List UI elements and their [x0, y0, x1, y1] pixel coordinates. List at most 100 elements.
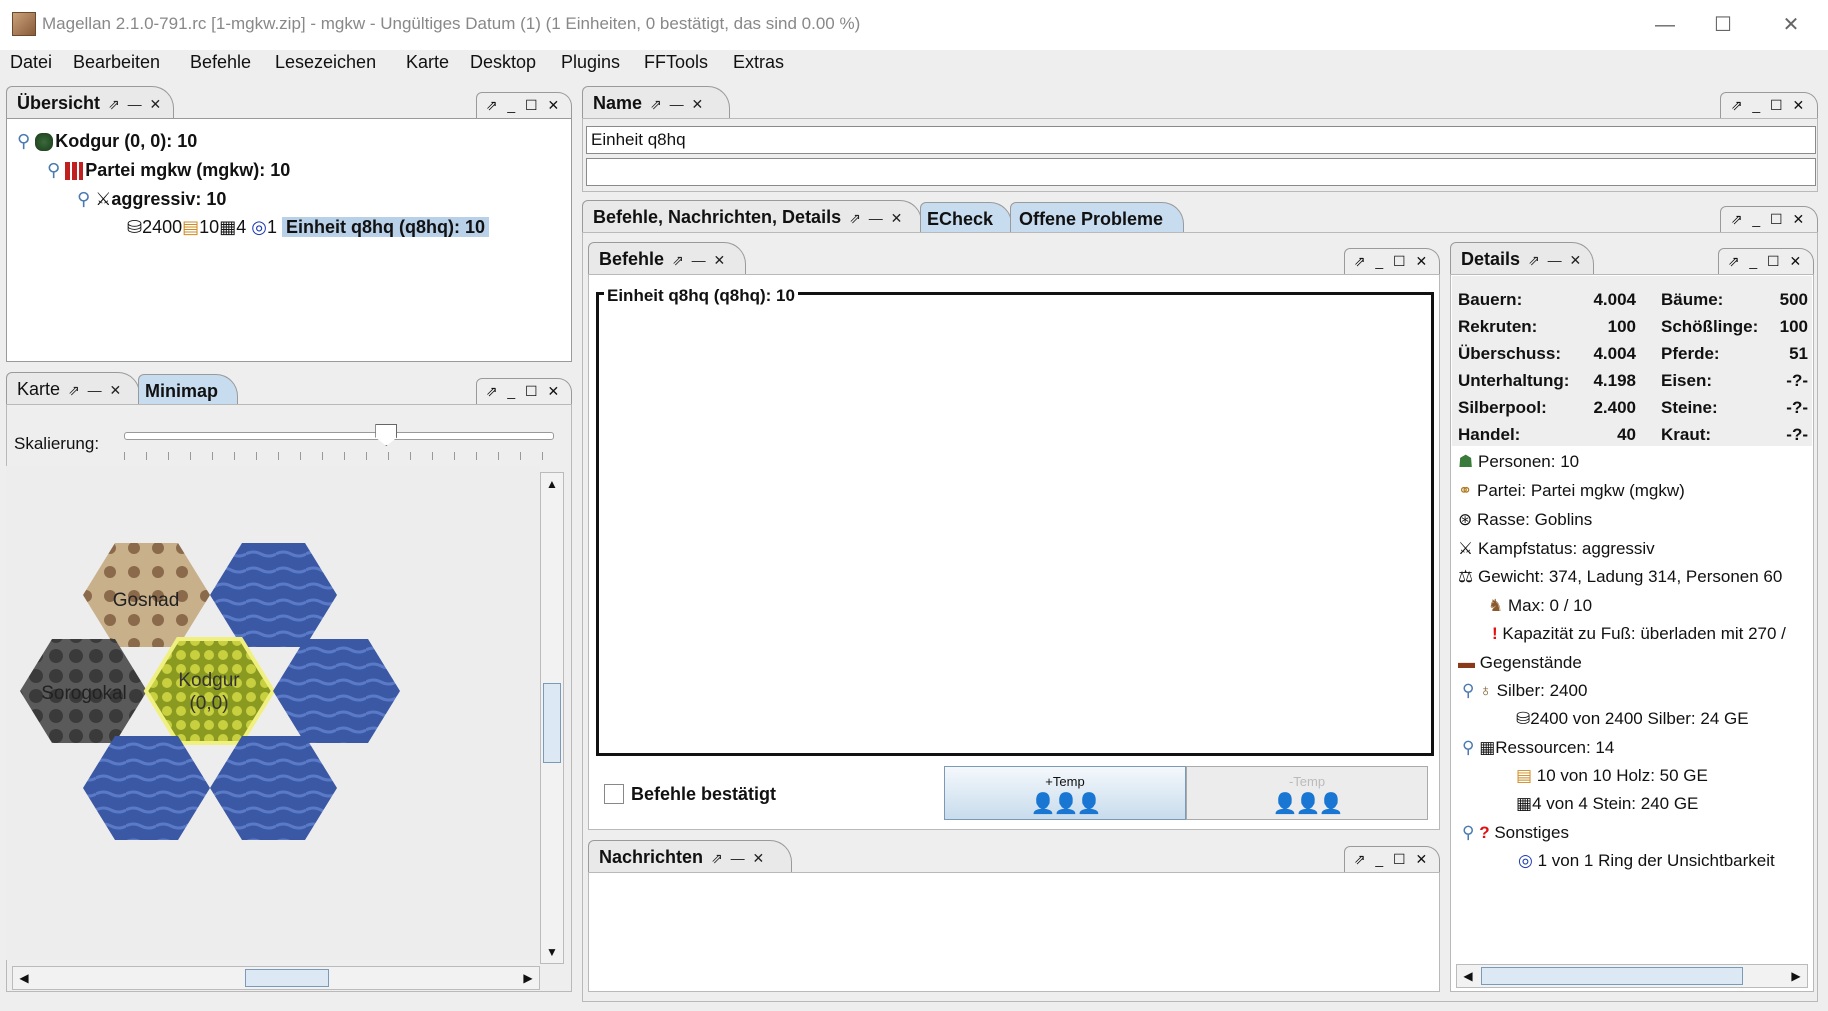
tab-minimap[interactable]: Minimap [138, 374, 238, 406]
tab-orders-messages-details[interactable]: Befehle, Nachrichten, Details ⇗ — ✕ [582, 200, 922, 232]
menu-lesezeichen[interactable]: Lesezeichen [275, 52, 376, 73]
hex-ocean-se[interactable] [210, 736, 337, 840]
hex-ocean-ne[interactable] [210, 543, 337, 647]
detail-items[interactable]: ▬ Gegenstände [1458, 653, 1582, 673]
messages-window-controls[interactable]: ⇗ _ ☐ ✕ [1344, 846, 1440, 872]
stat-value: 4.198 [1593, 371, 1636, 390]
tab-details[interactable]: Details ⇗ — ✕ [1450, 242, 1594, 274]
dock-controls[interactable]: ⇗ — ✕ [108, 96, 163, 112]
minimize-button[interactable]: — [1642, 10, 1688, 40]
tree-combat[interactable]: ⚲ ⚔aggressiv: 10 [77, 189, 226, 210]
scroll-left-arrow[interactable]: ◀ [13, 967, 35, 989]
scroll-thumb[interactable] [543, 683, 561, 763]
scroll-left-arrow[interactable]: ◀ [1457, 965, 1479, 987]
dock-controls[interactable]: ⇗ — ✕ [68, 382, 123, 398]
confirmed-checkbox[interactable] [604, 784, 624, 804]
dock-controls[interactable]: ⇗ — ✕ [711, 850, 766, 866]
orders-window-controls[interactable]: ⇗ _ ☐ ✕ [1720, 206, 1818, 232]
detail-persons[interactable]: ☗ Personen: 10 [1458, 452, 1579, 472]
scroll-up-arrow[interactable]: ▲ [541, 473, 563, 495]
hex-ocean-sw[interactable] [83, 736, 210, 840]
temp-button[interactable]: +Temp 👤👤👤 [944, 766, 1186, 820]
detail-party[interactable]: ⚭ Partei: Partei mgkw (mgkw) [1458, 481, 1685, 501]
money-bag-icon: ♁ [1479, 681, 1492, 700]
hex-kodgur[interactable] [143, 637, 276, 745]
map-window-controls[interactable]: ⇗ _ ☐ ✕ [476, 378, 572, 404]
scroll-down-arrow[interactable]: ▼ [541, 941, 563, 963]
menu-befehle[interactable]: Befehle [190, 52, 251, 73]
overview-window-controls[interactable]: ⇗ _ ☐ ✕ [476, 92, 572, 118]
tab-nachrichten[interactable]: Nachrichten ⇗ — ✕ [588, 840, 792, 872]
scroll-right-arrow[interactable]: ▶ [517, 967, 539, 989]
hex-ocean-e[interactable] [273, 639, 400, 743]
detail-weight[interactable]: ⚖ Gewicht: 374, Ladung 314, Personen 60 [1458, 567, 1782, 587]
menu-karte[interactable]: Karte [406, 52, 449, 73]
tab-befehle[interactable]: Befehle ⇗ — ✕ [588, 242, 746, 274]
detail-resources[interactable]: ⚲ ▦Ressourcen: 14 [1462, 738, 1614, 758]
dock-controls[interactable]: ⇗ — ✕ [1528, 252, 1583, 268]
ring-icon: ◎ [1518, 851, 1533, 870]
h-scroll-thumb[interactable] [245, 969, 329, 987]
detail-silver[interactable]: ⚲ ♁ Silber: 2400 [1462, 681, 1587, 701]
menu-fftools[interactable]: FFTools [644, 52, 708, 73]
forest-icon [35, 133, 54, 152]
resources-icon: ▦ [1479, 738, 1496, 757]
tab-open-problems[interactable]: Offene Probleme [1010, 202, 1184, 234]
dock-controls[interactable]: ⇗ — ✕ [849, 210, 904, 226]
map-horizontal-scrollbar[interactable]: ◀ ▶ [12, 966, 540, 990]
party-icon: ⚭ [1458, 481, 1473, 500]
race-icon: ⊛ [1458, 510, 1473, 529]
map-vertical-scrollbar[interactable]: ▲ ▼ [540, 472, 564, 964]
unit-name-field[interactable]: Einheit q8hq [586, 126, 1816, 154]
details-horizontal-scrollbar[interactable]: ◀ ▶ [1456, 964, 1808, 988]
messages-panel[interactable] [588, 872, 1440, 992]
h-scroll-thumb[interactable] [1481, 967, 1743, 985]
question-icon: ? [1479, 823, 1490, 842]
tab-overview[interactable]: Übersicht ⇗ — ✕ [6, 86, 174, 118]
maximize-button[interactable]: ☐ [1700, 10, 1746, 40]
close-button[interactable]: ✕ [1768, 10, 1814, 40]
detail-combat[interactable]: ⚔ Kampfstatus: aggressiv [1458, 539, 1655, 559]
confirmed-label: Befehle bestätigt [631, 784, 777, 804]
tree-region[interactable]: ⚲ Kodgur (0, 0): 10 [17, 131, 197, 152]
tab-karte[interactable]: Karte ⇗ — ✕ [6, 372, 140, 404]
stat-label: Eisen: [1661, 371, 1713, 390]
detail-ring[interactable]: ◎ 1 von 1 Ring der Unsichtbarkeit [1518, 851, 1775, 871]
stat-value: 51 [1789, 344, 1808, 363]
details-window-controls[interactable]: ⇗ _ ☐ ✕ [1718, 248, 1814, 274]
stat-value: 100 [1607, 317, 1636, 336]
overview-tab-label: Übersicht [17, 93, 101, 113]
unit-description-field[interactable] [586, 158, 1816, 186]
tree-faction[interactable]: ⚲ Partei mgkw (mgkw): 10 [47, 160, 290, 181]
orders-editor[interactable] [596, 292, 1434, 756]
delete-temp-button[interactable]: -Temp 👤👤👤 [1186, 766, 1428, 820]
horse-icon: ♞ [1488, 596, 1504, 615]
menu-desktop[interactable]: Desktop [470, 52, 536, 73]
detail-silver-detail[interactable]: ⛁2400 von 2400 Silber: 24 GE [1516, 709, 1749, 729]
detail-misc[interactable]: ⚲ ? Sonstiges [1462, 823, 1569, 843]
scroll-right-arrow[interactable]: ▶ [1785, 965, 1807, 987]
tab-echeck[interactable]: ECheck [920, 202, 1012, 234]
coins-icon: ⛁ [1516, 709, 1531, 728]
hex-label-kodgur-coords: (0,0) [189, 693, 228, 714]
dock-controls[interactable]: ⇗ — ✕ [672, 252, 727, 268]
wood-icon: ▤ [182, 217, 200, 237]
befehle-window-controls[interactable]: ⇗ _ ☐ ✕ [1344, 248, 1440, 274]
detail-wood[interactable]: ▤ 10 von 10 Holz: 50 GE [1516, 766, 1708, 786]
detail-max[interactable]: ♞ Max: 0 / 10 [1488, 596, 1592, 616]
detail-stone[interactable]: ▦4 von 4 Stein: 240 GE [1516, 794, 1698, 814]
detail-capacity[interactable]: ! Kapazität zu Fuß: überladen mit 270 / [1492, 624, 1786, 644]
tab-name[interactable]: Name ⇗ — ✕ [582, 86, 730, 118]
scale-slider[interactable] [124, 432, 554, 440]
detail-race[interactable]: ⊛ Rasse: Goblins [1458, 510, 1592, 530]
tree-unit[interactable]: ⛁2400▤10▦4 ◎1 Einheit q8hq (q8hq): 10 [127, 217, 489, 238]
dock-controls[interactable]: ⇗ — ✕ [650, 96, 705, 112]
menu-datei[interactable]: Datei [10, 52, 52, 73]
menu-bearbeiten[interactable]: Bearbeiten [73, 52, 160, 73]
map-canvas[interactable]: Gosnad Sorogokal Kodgur (0,0) [6, 466, 540, 960]
unit-ring-count: 1 [266, 217, 277, 237]
menu-plugins[interactable]: Plugins [561, 52, 620, 73]
menu-extras[interactable]: Extras [733, 52, 784, 73]
name-window-controls[interactable]: ⇗ _ ☐ ✕ [1720, 92, 1818, 118]
hex-map[interactable]: Gosnad Sorogokal Kodgur (0,0) [6, 466, 540, 960]
